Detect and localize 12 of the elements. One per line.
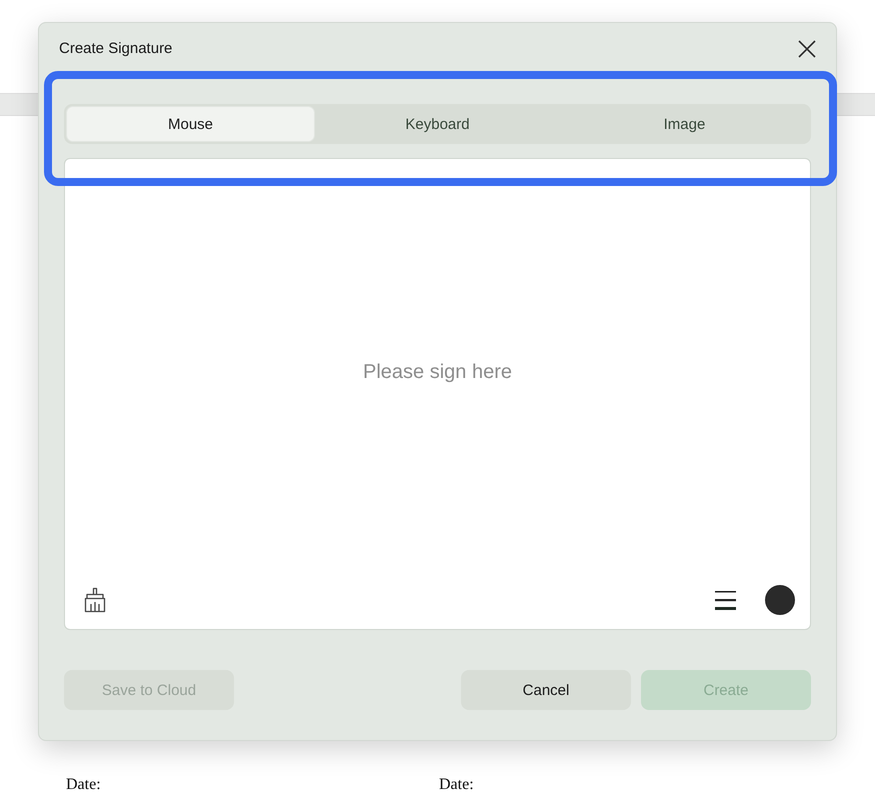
tab[interactable]: Keyboard [314, 107, 561, 141]
line-weight-icon[interactable] [715, 590, 736, 610]
tab[interactable]: Mouse [67, 107, 314, 141]
brush-icon[interactable] [83, 587, 107, 613]
date-label: Date: [439, 776, 474, 794]
color-swatch-icon[interactable] [765, 585, 795, 615]
close-icon [798, 40, 816, 58]
tab[interactable]: Image [561, 107, 808, 141]
date-label: Date: [66, 776, 101, 794]
placeholder-text: Please sign here [363, 360, 512, 384]
secondary-button[interactable]: Cancel [461, 670, 631, 710]
dialog-title: Create Signature [59, 40, 172, 57]
